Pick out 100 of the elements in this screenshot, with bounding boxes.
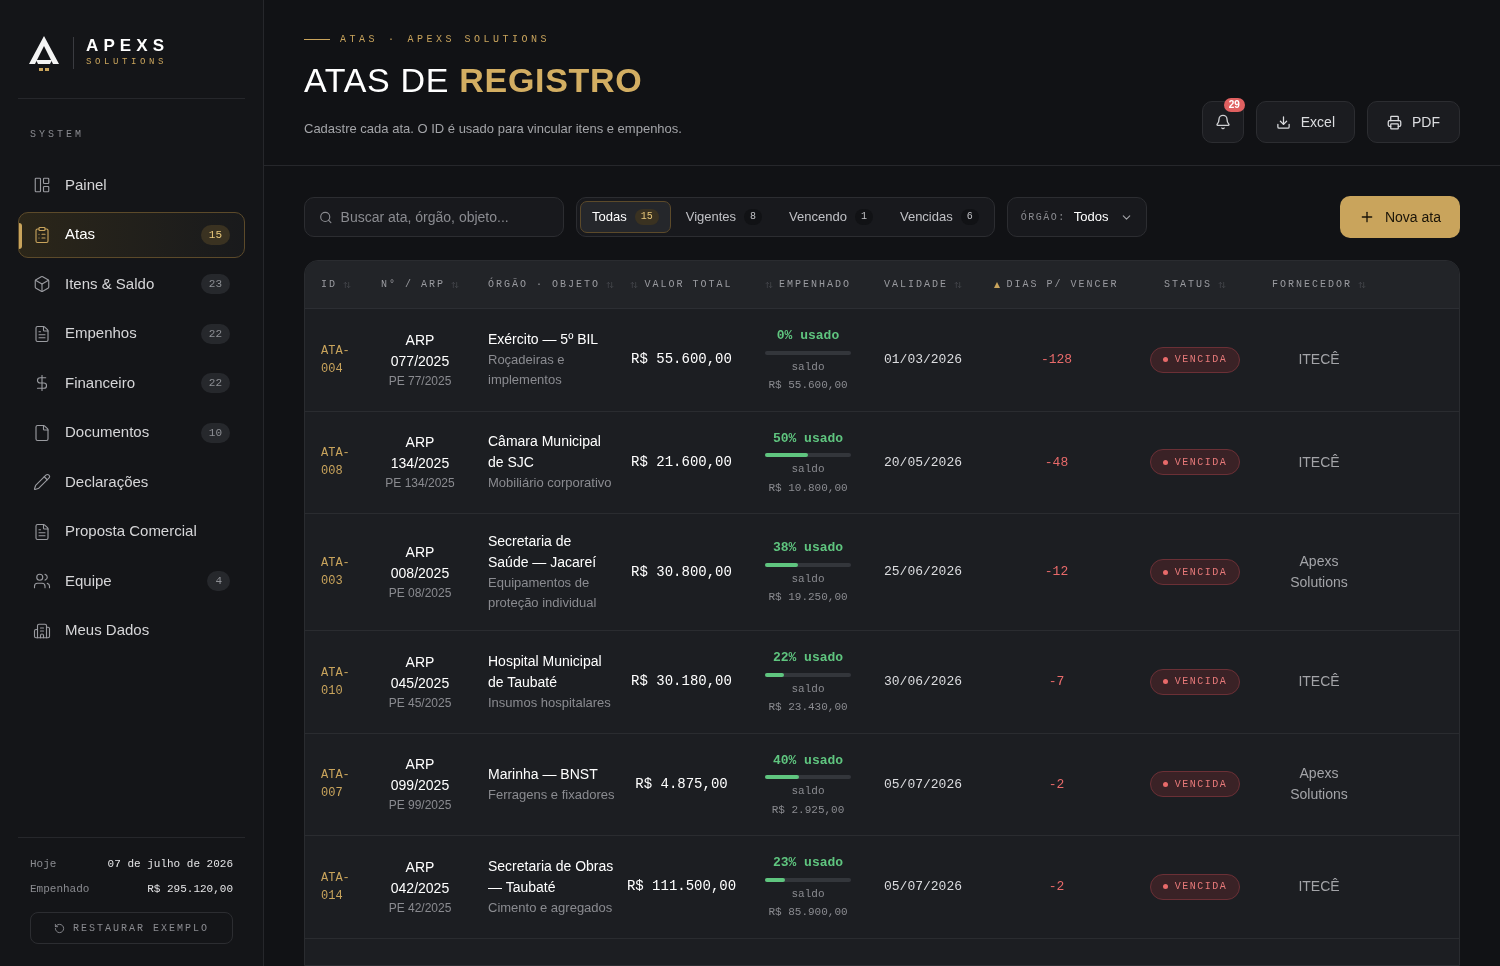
saldo-label: saldo: [791, 886, 825, 902]
objeto-text: Ferragens e fixadores: [488, 785, 615, 804]
column-header[interactable]: STATUS: [1125, 277, 1265, 292]
sort-icon: [630, 280, 639, 289]
export-button[interactable]: PDF: [1367, 101, 1460, 143]
sort-icon: [765, 280, 773, 289]
breadcrumb-item: ·: [388, 33, 398, 47]
page-subtitle: Cadastre cada ata. O ID é usado para vincular itens e empenhos.: [304, 120, 682, 138]
nav-item[interactable]: Declarações: [18, 459, 245, 505]
sort-icon: [451, 280, 459, 289]
days-remaining: -12: [1043, 563, 1070, 582]
ata-id: ATA-004: [321, 342, 351, 378]
count-badge: 4: [207, 571, 230, 591]
nav-item[interactable]: Itens & Saldo 23: [18, 261, 245, 307]
ata-id: ATA-014: [321, 869, 351, 905]
pe-number: PE 42/2025: [388, 899, 452, 917]
nav-label: Itens & Saldo: [65, 273, 155, 294]
printer-icon: [1387, 114, 1402, 130]
new-ata-button[interactable]: Nova ata: [1339, 196, 1460, 238]
status-badge: VENCIDA: [1149, 559, 1241, 585]
saldo-value: R$ 10.800,00: [768, 480, 848, 496]
footer-label: Hoje: [30, 857, 57, 873]
breadcrumb-item: APEXS SOLUTIONS: [407, 33, 551, 47]
panels-icon: [33, 176, 51, 194]
saldo-value: R$ 85.900,00: [768, 905, 848, 920]
search-box[interactable]: Buscar ata, órgão, objeto...: [304, 197, 564, 237]
nav-label: Equipe: [65, 570, 112, 591]
column-header[interactable]: EMPENHADO: [743, 277, 873, 292]
pe-number: PE 08/2025: [388, 585, 452, 602]
valor-total: R$ 30.180,00: [630, 672, 733, 692]
ata-id: ATA-003: [321, 555, 351, 590]
usage-text: 40% usado: [772, 751, 844, 770]
nav-item[interactable]: Empenhos 22: [18, 310, 245, 357]
search-icon: [319, 209, 333, 225]
nav-item[interactable]: Documentos 10: [18, 409, 245, 456]
nav-item[interactable]: Financeiro 22: [18, 360, 245, 406]
count-badge: 8: [744, 209, 763, 225]
valor-total: R$ 111.500,00: [625, 877, 738, 897]
valor-total: R$ 30.800,00: [630, 562, 733, 582]
days-remaining: -2: [1047, 775, 1066, 794]
saldo-value: R$ 2.925,00: [771, 802, 845, 818]
nav-item[interactable]: Meus Dados: [18, 607, 245, 654]
document-icon: [33, 522, 51, 541]
pe-number: PE 45/2025: [388, 694, 452, 712]
filter-tab[interactable]: Vencidas 6: [887, 201, 991, 233]
arp-number: ARP 008/2025: [389, 543, 451, 583]
ata-id: ATA-007: [321, 767, 351, 803]
ata-id: ATA-010: [321, 664, 351, 700]
nav-item[interactable]: Painel: [18, 162, 245, 208]
nav-label: Atas: [65, 224, 95, 245]
nav-item[interactable]: Equipe 4: [18, 558, 245, 604]
export-button[interactable]: Excel: [1255, 101, 1355, 143]
orgao-name: Exército — 5º BIL: [488, 330, 600, 350]
count-badge: 6: [960, 209, 979, 225]
objeto-text: Roçadeiras e implementos: [488, 351, 566, 390]
section-label: SYSTEM: [29, 128, 85, 142]
orgao-name: Hospital Municipal de Taubaté: [488, 651, 603, 692]
nav-label: Meus Dados: [65, 620, 150, 641]
notification-badge: 29: [1223, 98, 1245, 112]
objeto-text: Insumos hospitalares: [488, 693, 612, 712]
nav-item[interactable]: Proposta Comercial: [18, 508, 245, 555]
column-header[interactable]: VALIDADE: [873, 277, 988, 292]
sort-icon: [954, 280, 962, 289]
orgao-dropdown[interactable]: ÓRGÃO: Todos: [1006, 197, 1148, 237]
nav-label: Painel: [65, 174, 107, 195]
status-badge: VENCIDA: [1149, 771, 1241, 798]
fornecedor-name: ITECÊ: [1297, 452, 1341, 472]
column-header[interactable]: VALOR TOTAL: [620, 277, 743, 292]
pe-number: PE 77/2025: [388, 372, 452, 390]
filter-tab[interactable]: Todas 15: [580, 201, 671, 233]
usage-text: 0% usado: [776, 327, 840, 345]
file-icon: [33, 423, 51, 442]
days-remaining: -48: [1043, 453, 1070, 472]
status-badge: VENCIDA: [1149, 346, 1241, 373]
validade-date: 20/05/2026: [883, 453, 963, 472]
filter-tab[interactable]: Vencendo 1: [777, 201, 885, 233]
column-header[interactable]: FORNECEDOR: [1265, 277, 1373, 292]
sort-icon: [1358, 280, 1366, 289]
pe-number: PE 134/2025: [385, 475, 455, 493]
saldo-value: R$ 19.250,00: [768, 590, 848, 606]
filter-tab[interactable]: Vigentes 8: [673, 201, 775, 233]
column-header[interactable]: ÓRGÃO · OBJETO: [475, 277, 620, 292]
column-header[interactable]: ID: [305, 277, 365, 292]
fornecedor-name: ITECÊ: [1297, 877, 1341, 897]
arp-number: ARP 045/2025: [389, 652, 451, 693]
restore-button[interactable]: RESTAURAR EXEMPLO: [30, 912, 233, 944]
search-field[interactable]: Buscar ata, órgão, objeto...: [340, 206, 549, 228]
column-header[interactable]: N° / ARP: [365, 277, 475, 292]
users-icon: [33, 572, 51, 590]
usage-text: 50% usado: [772, 429, 844, 448]
fornecedor-name: Apexs Solutions: [1289, 764, 1349, 805]
nav-item[interactable]: Atas 15: [18, 211, 245, 258]
validade-date: 25/06/2026: [883, 563, 963, 582]
validade-date: 05/07/2026: [883, 878, 963, 896]
pe-number: PE 99/2025: [388, 797, 452, 815]
validade-date: 05/07/2026: [883, 775, 963, 794]
nav-label: Financeiro: [65, 372, 136, 393]
footer-value: R$ 295.120,00: [147, 882, 233, 898]
column-header[interactable]: DIAS P/ VENCER: [988, 277, 1125, 292]
count-badge: 10: [200, 422, 230, 443]
